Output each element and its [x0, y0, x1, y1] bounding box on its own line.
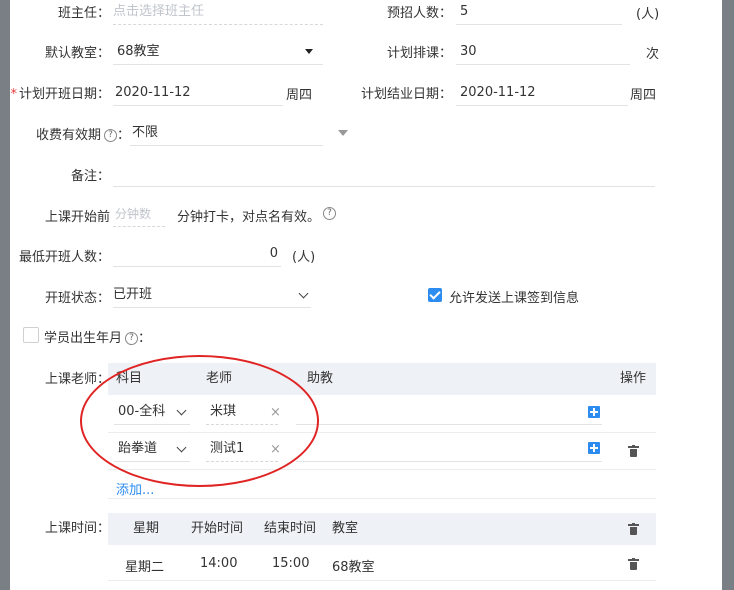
schedule-row-start: 14:00: [200, 556, 238, 571]
required-mark: *: [10, 87, 17, 102]
add-assistant-icon[interactable]: [588, 442, 600, 454]
checkin-label: 上课开始前: [44, 210, 110, 225]
teachers-label: 上课老师：: [44, 372, 110, 387]
birth-month-colon: ：: [138, 331, 152, 346]
trash-icon[interactable]: [628, 558, 639, 570]
min-students-unit: (人): [292, 250, 316, 265]
checkin-minutes-input[interactable]: 分钟数: [113, 202, 165, 227]
schedule-label: 上课时间：: [44, 521, 110, 536]
default-room-value: 68教室: [117, 44, 160, 59]
default-room-label: 默认教室：: [44, 46, 110, 61]
expected-count-value: 5: [460, 4, 469, 19]
planned-lessons-label: 计划排课：: [386, 46, 452, 61]
row-divider: [108, 498, 656, 499]
end-date-input[interactable]: 2020-11-12: [456, 81, 628, 106]
end-weekday: 周四: [630, 88, 657, 103]
head-teacher-label: 班主任：: [57, 6, 110, 21]
fee-validity-value: 不限: [132, 125, 159, 140]
birth-month-label: 学员出生年月?：: [44, 327, 151, 346]
expected-count-unit: (人): [636, 7, 660, 22]
row-divider: [108, 580, 656, 581]
teachers-header-assistant: 助教: [307, 371, 334, 386]
add-teacher-link[interactable]: 添加...: [116, 479, 154, 498]
planned-lessons-input[interactable]: 30: [456, 40, 630, 65]
planned-lessons-unit: 次: [646, 47, 660, 62]
teacher-row-assistant-field[interactable]: [296, 400, 602, 425]
class-status-value: 已开班: [113, 287, 153, 302]
start-date-label-text: 计划开班日期：: [18, 87, 110, 102]
send-signin-label: 允许发送上课签到信息: [449, 291, 580, 306]
schedule-row-weekday: 星期二: [125, 560, 165, 575]
help-icon[interactable]: ?: [323, 207, 336, 220]
remark-label: 备注：: [70, 169, 110, 184]
annotation-ellipse: [80, 355, 319, 487]
schedule-header-weekday: 星期: [133, 521, 160, 536]
remark-input[interactable]: [113, 162, 655, 187]
expected-count-label: 预招人数：: [386, 6, 452, 21]
checkin-suffix: 分钟打卡，对点名有效。: [177, 210, 321, 225]
planned-lessons-value: 30: [460, 44, 477, 59]
backdrop-right: [722, 0, 734, 590]
caret-down-icon[interactable]: [338, 130, 348, 136]
schedule-row-room: 68教室: [332, 560, 375, 575]
checkin-minutes-placeholder: 分钟数: [115, 207, 152, 221]
default-room-select[interactable]: 68教室: [113, 40, 323, 65]
class-form-dialog: 班主任： 点击选择班主任 预招人数： 5 (人) 默认教室： 68教室 计划排课…: [10, 0, 722, 590]
schedule-header-start: 开始时间: [191, 521, 244, 536]
trash-icon[interactable]: [628, 445, 639, 457]
fee-validity-select[interactable]: 不限: [130, 121, 323, 146]
teacher-row-assistant-field[interactable]: [296, 437, 602, 462]
trash-icon[interactable]: [628, 523, 639, 535]
min-students-input[interactable]: 0: [113, 242, 281, 267]
checkin-help: ?: [320, 206, 336, 221]
expected-count-input[interactable]: 5: [456, 0, 622, 25]
birth-month-checkbox[interactable]: [23, 327, 39, 343]
fee-validity-label: 收费有效期?：: [10, 124, 130, 143]
start-weekday: 周四: [286, 88, 313, 103]
schedule-row-end: 15:00: [272, 556, 310, 571]
send-signin-checkbox[interactable]: [428, 288, 442, 302]
end-date-label: 计划结业日期：: [360, 87, 452, 102]
schedule-header-end: 结束时间: [264, 521, 317, 536]
start-date-label: * 计划开班日期：: [10, 83, 110, 102]
end-date-value: 2020-11-12: [460, 85, 536, 100]
fee-validity-label-text: 收费有效期: [35, 128, 101, 143]
birth-month-label-text: 学员出生年月: [44, 331, 123, 346]
caret-down-icon: [305, 49, 313, 54]
class-status-select[interactable]: 已开班: [113, 283, 311, 308]
start-date-value: 2020-11-12: [115, 85, 191, 100]
teachers-header-action: 操作: [620, 371, 647, 386]
start-date-input[interactable]: 2020-11-12: [113, 81, 283, 106]
class-status-label: 开班状态：: [44, 291, 110, 306]
add-assistant-icon[interactable]: [588, 406, 600, 418]
backdrop-left: [0, 0, 10, 590]
min-students-value: 0: [269, 246, 278, 261]
schedule-header-room: 教室: [332, 521, 359, 536]
help-icon[interactable]: ?: [103, 129, 117, 142]
fee-validity-colon: ：: [116, 128, 130, 143]
min-students-label: 最低开班人数：: [18, 250, 110, 265]
help-icon[interactable]: ?: [125, 332, 139, 345]
head-teacher-field[interactable]: 点击选择班主任: [113, 0, 323, 25]
